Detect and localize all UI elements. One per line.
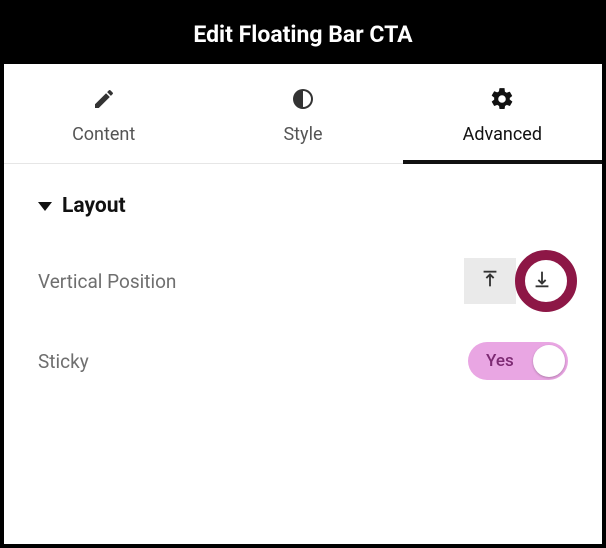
- align-bottom-icon: [531, 268, 553, 294]
- section-title: Layout: [62, 194, 126, 218]
- gear-icon: [489, 86, 515, 112]
- vertical-position-group: [464, 258, 568, 304]
- tab-style-label: Style: [283, 124, 322, 145]
- contrast-icon: [290, 86, 316, 112]
- pencil-icon: [91, 86, 117, 112]
- sticky-toggle-label: Yes: [486, 351, 514, 371]
- tab-advanced-label: Advanced: [463, 124, 542, 145]
- section-layout-header[interactable]: Layout: [38, 194, 568, 218]
- vertical-align-top-button[interactable]: [464, 258, 516, 304]
- tab-content-label: Content: [72, 124, 135, 145]
- row-vertical-position: Vertical Position: [38, 258, 568, 304]
- vertical-align-bottom-button[interactable]: [516, 258, 568, 304]
- tab-content[interactable]: Content: [4, 64, 203, 163]
- tabs: Content Style Advanced: [4, 64, 602, 164]
- content-area: Layout Vertical Position: [4, 164, 602, 544]
- panel-title: Edit Floating Bar CTA: [4, 4, 602, 64]
- tab-advanced[interactable]: Advanced: [403, 64, 602, 163]
- vertical-position-label: Vertical Position: [38, 270, 176, 293]
- row-sticky: Sticky Yes: [38, 338, 568, 384]
- sticky-label: Sticky: [38, 350, 89, 373]
- caret-down-icon: [38, 202, 52, 211]
- toggle-knob: [533, 345, 565, 377]
- align-top-icon: [479, 268, 501, 294]
- tab-style[interactable]: Style: [203, 64, 402, 163]
- sticky-toggle[interactable]: Yes: [468, 342, 568, 380]
